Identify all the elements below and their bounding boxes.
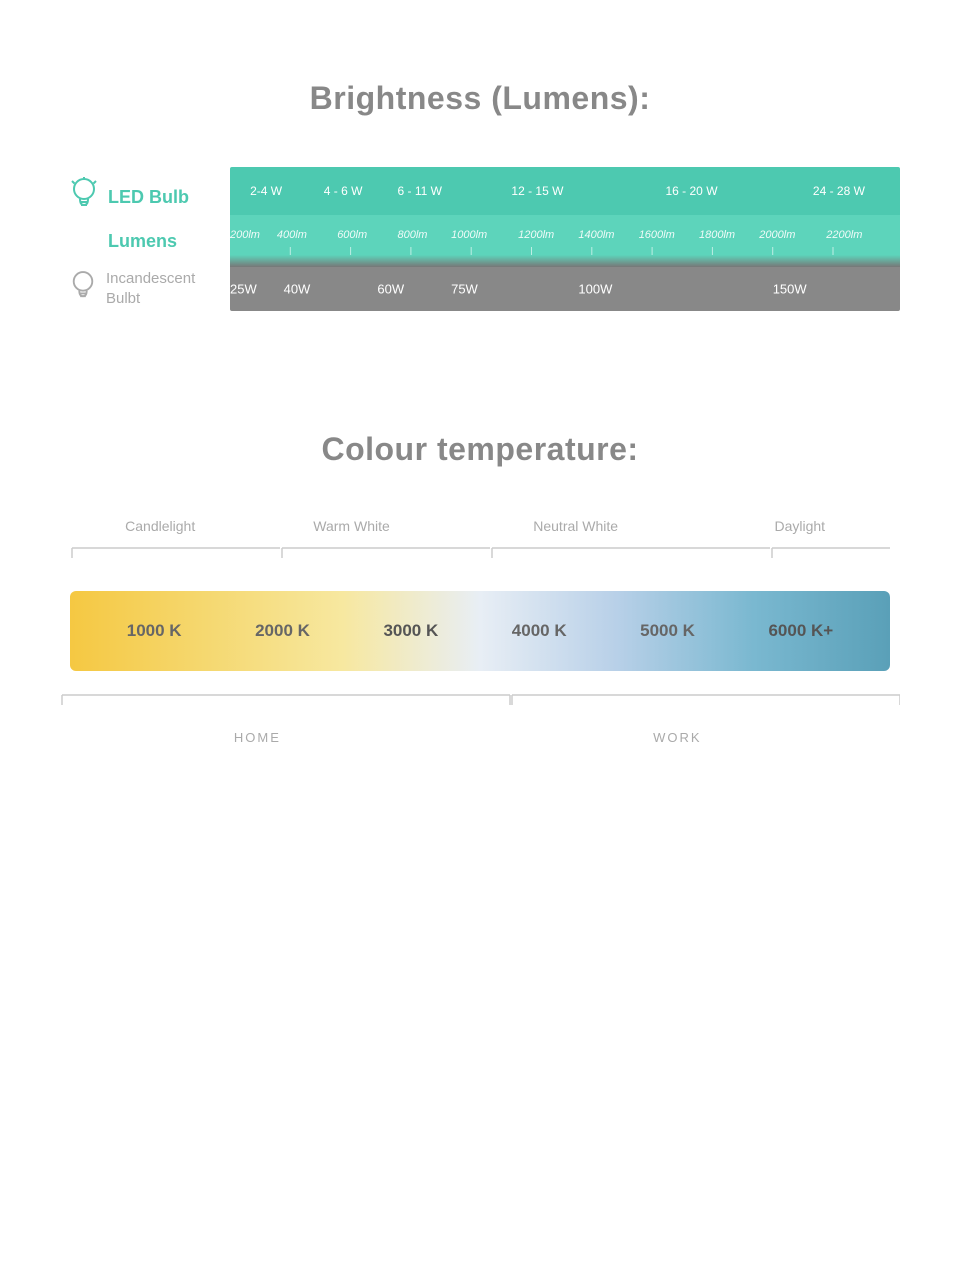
colour-gradient-bar: 1000 K 2000 K 3000 K 4000 K 5000 K 6000 …	[70, 591, 890, 671]
inc-label-1: 40W	[284, 282, 311, 297]
category-bracket-area: Candlelight Warm White Neutral White Day…	[70, 518, 890, 567]
brightness-section: Brightness (Lumens): LED Bulb	[0, 0, 960, 371]
led-bar: 2-4 W 4 - 6 W 6 - 11 W 12 - 15 W 16 - 20…	[230, 167, 900, 215]
led-label-row: LED Bulb	[60, 173, 230, 221]
category-labels: Candlelight Warm White Neutral White Day…	[70, 518, 890, 534]
watt-label-1: 4 - 6 W	[324, 184, 363, 198]
brightness-chart: LED Bulb Lumens IncandescentBulbt	[60, 167, 900, 311]
incandescent-bulb-icon	[70, 269, 96, 310]
spike-svg	[230, 255, 900, 267]
colour-temperature-section: Colour temperature: Candlelight Warm Whi…	[0, 371, 960, 805]
lumen-label-0: 200lm	[230, 229, 260, 241]
home-label: HOME	[60, 730, 455, 745]
incandescent-bar: 25W 40W 60W 75W 100W 150W	[230, 267, 900, 311]
incandescent-label-text: IncandescentBulbt	[106, 269, 195, 308]
cat-label-candlelight: Candlelight	[70, 518, 250, 534]
lumen-label-6: 1400lm	[578, 229, 614, 241]
lumen-label-5: 1200lm	[518, 229, 554, 241]
spike-separator	[230, 255, 900, 267]
kelvin-3000: 3000 K	[383, 621, 438, 641]
home-work-area: HOME WORK	[60, 689, 900, 745]
home-work-brackets-svg	[60, 689, 900, 725]
lumens-bar: 200lm 400lm 600lm 800lm 1000lm 1200lm 14…	[230, 215, 900, 255]
lumens-label-row: Lumens	[60, 221, 230, 261]
chart-labels: LED Bulb Lumens IncandescentBulbt	[60, 173, 230, 305]
colour-temperature-title: Colour temperature:	[60, 431, 900, 468]
lumens-label-text: Lumens	[70, 231, 177, 252]
cat-label-neutralwhite: Neutral White	[453, 518, 699, 534]
category-brackets-svg	[70, 538, 890, 562]
lumen-label-2: 600lm	[337, 229, 367, 241]
led-label-text: LED Bulb	[108, 187, 189, 208]
home-work-labels: HOME WORK	[60, 730, 900, 745]
inc-label-4: 100W	[578, 282, 612, 297]
lumen-label-10: 2200lm	[826, 229, 862, 241]
led-bulb-icon	[70, 177, 98, 218]
watt-label-3: 12 - 15 W	[511, 184, 563, 198]
lumen-label-1: 400lm	[277, 229, 307, 241]
kelvin-1000: 1000 K	[127, 621, 182, 641]
watt-label-0: 2-4 W	[250, 184, 282, 198]
lumen-label-9: 2000lm	[759, 229, 795, 241]
cat-label-warmwhite: Warm White	[261, 518, 441, 534]
lumens-ticks-svg	[230, 215, 900, 255]
chart-area: 2-4 W 4 - 6 W 6 - 11 W 12 - 15 W 16 - 20…	[230, 167, 900, 311]
watt-label-4: 16 - 20 W	[666, 184, 718, 198]
watt-label-5: 24 - 28 W	[813, 184, 865, 198]
lumen-label-7: 1600lm	[639, 229, 675, 241]
watt-label-2: 6 - 11 W	[398, 184, 442, 198]
lumen-label-4: 1000lm	[451, 229, 487, 241]
inc-label-5: 150W	[773, 282, 807, 297]
inc-label-0: 25W	[230, 282, 257, 297]
watt-labels: 2-4 W 4 - 6 W 6 - 11 W 12 - 15 W 16 - 20…	[230, 167, 900, 215]
kelvin-2000: 2000 K	[255, 621, 310, 641]
inc-label-3: 75W	[451, 282, 478, 297]
work-label: WORK	[480, 730, 875, 745]
inc-label-2: 60W	[377, 282, 404, 297]
cat-label-daylight: Daylight	[710, 518, 890, 534]
lumen-label-8: 1800lm	[699, 229, 735, 241]
brightness-title: Brightness (Lumens):	[60, 80, 900, 117]
incandescent-label-row: IncandescentBulbt	[60, 261, 230, 305]
kelvin-5000: 5000 K	[640, 621, 695, 641]
kelvin-6000: 6000 K+	[768, 621, 833, 641]
lumen-label-3: 800lm	[398, 229, 428, 241]
kelvin-4000: 4000 K	[512, 621, 567, 641]
